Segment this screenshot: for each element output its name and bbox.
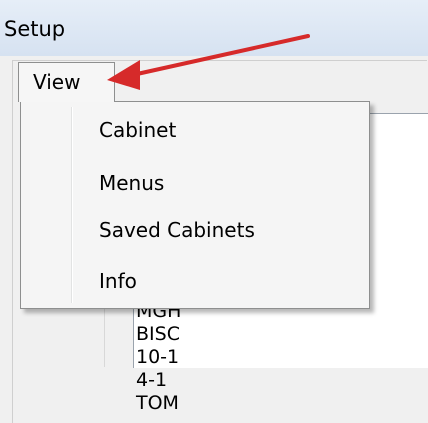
annotation-arrow (107, 34, 310, 90)
arrow-head (107, 60, 140, 90)
arrow-shaft (126, 34, 310, 78)
